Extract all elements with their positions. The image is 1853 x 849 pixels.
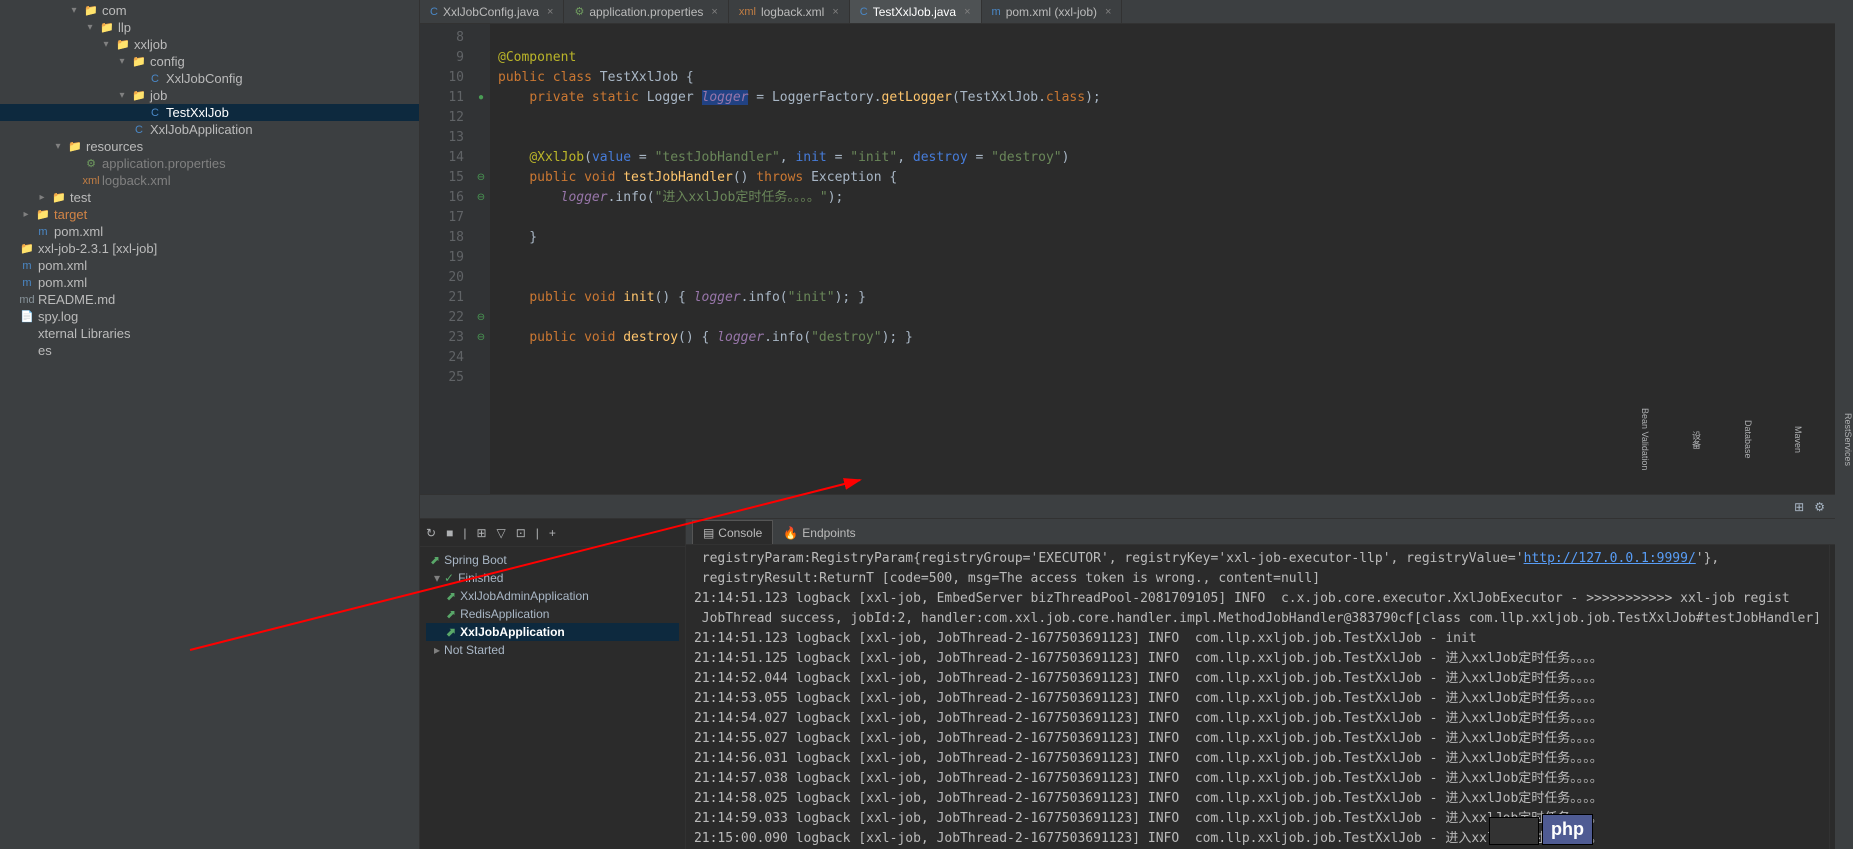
tree-item[interactable]: ▸📁target: [0, 206, 419, 223]
tool-window-button[interactable]: Database: [1743, 420, 1753, 459]
tree-item[interactable]: ▾📁resources: [0, 138, 419, 155]
project-tree[interactable]: ▾📁com▾📁llp▾📁xxljob▾📁configCXxlJobConfig▾…: [0, 0, 419, 849]
tree-item[interactable]: xternal Libraries: [0, 325, 419, 342]
close-icon[interactable]: ×: [964, 6, 970, 18]
close-icon[interactable]: ×: [711, 6, 717, 18]
tree-item[interactable]: ▾📁com: [0, 2, 419, 19]
editor-tab[interactable]: CTestXxlJob.java×: [850, 0, 982, 23]
tree-item[interactable]: ▾📁llp: [0, 19, 419, 36]
console-tabs: ▤Console🔥Endpoints: [686, 519, 1853, 545]
editor-tab[interactable]: CXxlJobConfig.java×: [420, 0, 564, 23]
run-config-item[interactable]: ⬈XxlJobAdminApplication: [426, 587, 679, 605]
console-tab[interactable]: 🔥Endpoints: [773, 521, 865, 544]
tree-item[interactable]: CTestXxlJob: [0, 104, 419, 121]
close-icon[interactable]: ×: [832, 6, 838, 18]
settings-icon[interactable]: ⚙: [1814, 500, 1825, 514]
tree-item[interactable]: CXxlJobConfig: [0, 70, 419, 87]
stop-icon[interactable]: ■: [446, 526, 453, 540]
close-icon[interactable]: ×: [1105, 6, 1111, 18]
layout-icon[interactable]: ⊞: [1794, 500, 1804, 514]
tree-item[interactable]: CXxlJobApplication: [0, 121, 419, 138]
tree-item[interactable]: mpom.xml: [0, 257, 419, 274]
console-output[interactable]: registryParam:RegistryParam{registryGrou…: [686, 545, 1829, 849]
rerun-icon[interactable]: ↻: [426, 526, 436, 540]
run-config-item[interactable]: ⬈RedisApplication: [426, 605, 679, 623]
tree-item[interactable]: mdREADME.md: [0, 291, 419, 308]
tree-item[interactable]: 📁xxl-job-2.3.1 [xxl-job]: [0, 240, 419, 257]
add-icon[interactable]: +: [549, 526, 556, 540]
run-notstarted[interactable]: ▸Not Started: [426, 641, 679, 659]
tree-item[interactable]: mpom.xml: [0, 223, 419, 240]
tool-window-button[interactable]: Maven: [1793, 426, 1803, 453]
editor-tab[interactable]: mpom.xml (xxl-job)×: [982, 0, 1123, 23]
grid-icon[interactable]: ⊞: [476, 526, 486, 540]
run-header[interactable]: ⬈Spring Boot: [426, 551, 679, 569]
cn-badge: [1489, 817, 1539, 845]
tree-item[interactable]: es: [0, 342, 419, 359]
tree-item[interactable]: ▸📁test: [0, 189, 419, 206]
tree-item[interactable]: mpom.xml: [0, 274, 419, 291]
layout-icon[interactable]: ⊡: [516, 526, 526, 540]
tool-window-button[interactable]: Bean Validation: [1640, 408, 1650, 470]
tree-item[interactable]: ▾📁job: [0, 87, 419, 104]
php-badge: php: [1542, 814, 1593, 845]
run-config-item[interactable]: ⬈XxlJobApplication: [426, 623, 679, 641]
tree-item[interactable]: ▾📁xxljob: [0, 36, 419, 53]
tree-item[interactable]: ⚙application.properties: [0, 155, 419, 172]
editor-tab[interactable]: xmllogback.xml×: [729, 0, 850, 23]
right-tool-strip: RestServicesMavenDatabase设备Bean Validati…: [1835, 0, 1853, 849]
run-finished[interactable]: ▾✓Finished: [426, 569, 679, 587]
console-tab[interactable]: ▤Console: [692, 520, 773, 544]
tree-item[interactable]: xmllogback.xml: [0, 172, 419, 189]
filter-icon[interactable]: ▽: [497, 526, 506, 540]
run-toolbar: ↻ ■ | ⊞ ▽ ⊡ | +: [420, 519, 685, 547]
tool-window-button[interactable]: 设备: [1690, 431, 1703, 449]
editor-tab[interactable]: ⚙application.properties×: [564, 0, 728, 23]
tool-window-button[interactable]: RestServices: [1843, 413, 1853, 466]
editor-tabs: CXxlJobConfig.java×⚙application.properti…: [420, 0, 1853, 24]
tree-item[interactable]: 📄spy.log: [0, 308, 419, 325]
close-icon[interactable]: ×: [547, 6, 553, 18]
tree-item[interactable]: ▾📁config: [0, 53, 419, 70]
